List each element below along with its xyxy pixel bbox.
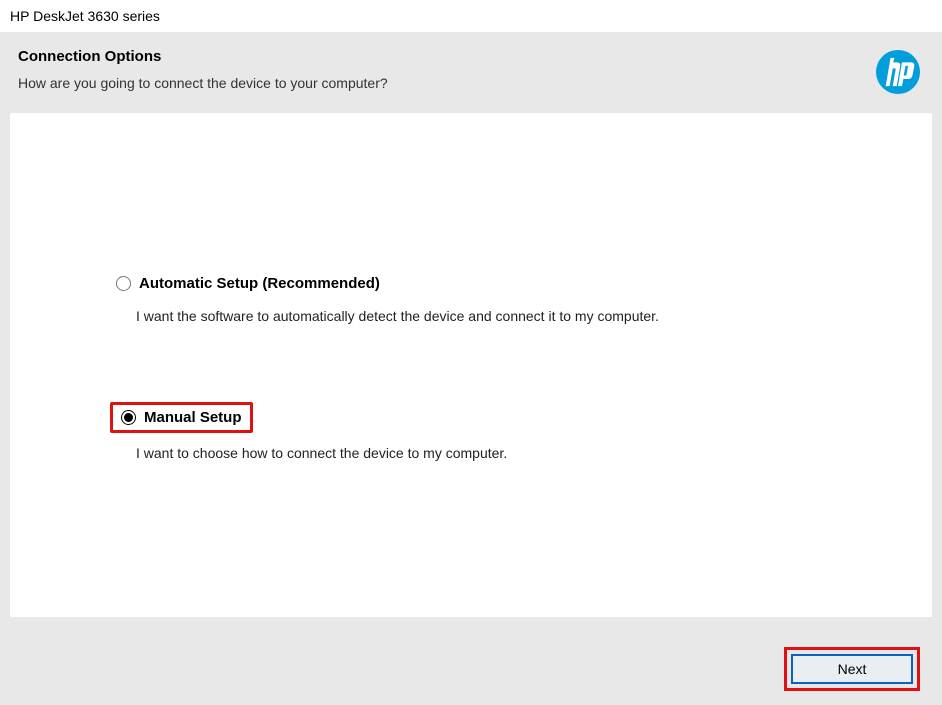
- radio-manual[interactable]: [121, 410, 136, 425]
- page-heading: Connection Options: [18, 48, 388, 65]
- footer: Next: [0, 633, 942, 705]
- radio-automatic[interactable]: [116, 276, 131, 291]
- option-automatic-label[interactable]: Automatic Setup (Recommended): [139, 275, 380, 292]
- window-title: HP DeskJet 3630 series: [0, 0, 942, 32]
- option-manual-desc: I want to choose how to connect the devi…: [136, 445, 832, 461]
- option-manual: Manual Setup I want to choose how to con…: [110, 402, 832, 461]
- header: Connection Options How are you going to …: [0, 32, 942, 113]
- option-automatic-desc: I want the software to automatically det…: [136, 308, 832, 324]
- hp-logo-icon: [876, 50, 920, 99]
- page-subheading: How are you going to connect the device …: [18, 75, 388, 91]
- option-manual-label[interactable]: Manual Setup: [144, 409, 242, 426]
- content-panel: Automatic Setup (Recommended) I want the…: [10, 113, 932, 617]
- highlight-manual: Manual Setup: [110, 402, 253, 433]
- highlight-next: Next: [784, 647, 920, 691]
- next-button[interactable]: Next: [791, 654, 913, 684]
- option-automatic: Automatic Setup (Recommended) I want the…: [110, 273, 832, 324]
